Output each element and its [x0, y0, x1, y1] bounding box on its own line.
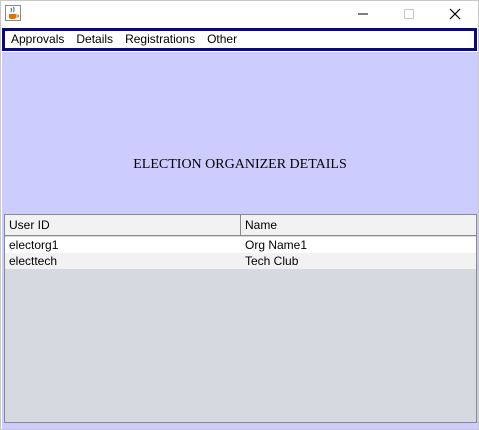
column-header-name[interactable]: Name: [241, 215, 476, 235]
application-window: Approvals Details Registrations Other EL…: [0, 0, 479, 430]
maximize-button[interactable]: [386, 1, 432, 26]
maximize-icon: [404, 8, 414, 19]
menu-approvals[interactable]: Approvals: [7, 31, 68, 48]
java-cup-icon: [5, 5, 21, 21]
cell-user-id: electorg1: [9, 238, 59, 252]
menu-details[interactable]: Details: [72, 31, 117, 48]
close-icon: [449, 8, 461, 19]
organizer-table[interactable]: User ID Name electorg1 Org Name1 electte…: [4, 214, 477, 423]
column-header-user-id[interactable]: User ID: [5, 215, 241, 235]
table-body: electorg1 Org Name1 electtech Tech Club: [5, 237, 476, 269]
content-panel: ELECTION ORGANIZER DETAILS User ID Name …: [2, 52, 478, 429]
minimize-button[interactable]: [340, 1, 386, 26]
page-title: ELECTION ORGANIZER DETAILS: [133, 157, 347, 172]
title-bar[interactable]: [1, 1, 478, 26]
cell-name: Org Name1: [245, 238, 308, 252]
close-button[interactable]: [432, 1, 478, 26]
menu-bar: Approvals Details Registrations Other: [2, 28, 477, 51]
cell-user-id: electtech: [9, 254, 58, 268]
table-row[interactable]: electorg1 Org Name1: [5, 237, 476, 253]
table-row[interactable]: electtech Tech Club: [5, 253, 476, 269]
menu-other[interactable]: Other: [203, 31, 241, 48]
table-header: User ID Name: [5, 215, 476, 236]
menu-registrations[interactable]: Registrations: [121, 31, 199, 48]
cell-name: Tech Club: [245, 254, 299, 268]
minimize-icon: [358, 13, 368, 14]
